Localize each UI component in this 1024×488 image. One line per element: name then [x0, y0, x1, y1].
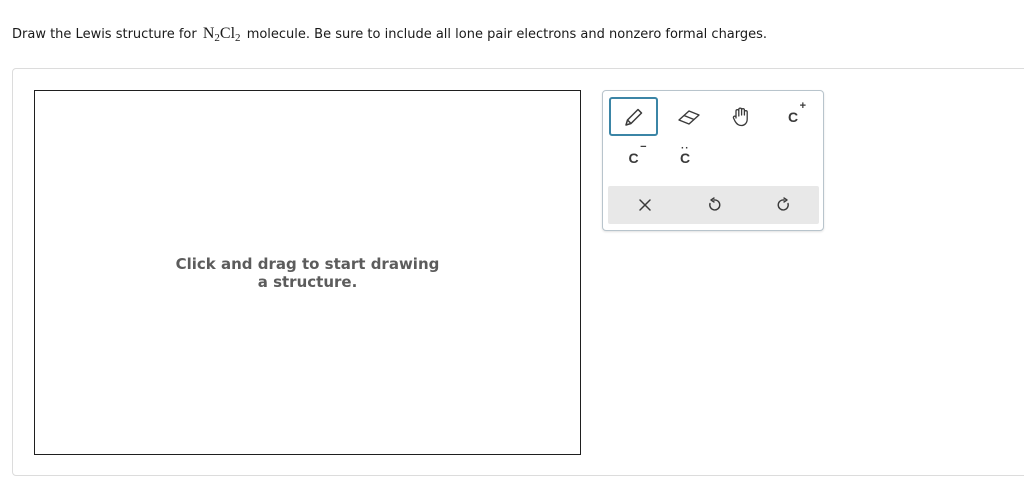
undo-button[interactable]: [691, 190, 737, 220]
atom-symbol: C: [787, 108, 799, 125]
hand-tool-button[interactable]: [717, 97, 765, 136]
charge-mark: +: [799, 99, 807, 112]
hand-icon: [732, 107, 748, 126]
clear-button[interactable]: [622, 190, 668, 220]
drawing-canvas[interactable]: Click and drag to start drawing a struct…: [34, 90, 581, 455]
question-suffix: molecule. Be sure to include all lone pa…: [246, 27, 768, 42]
question-text: Draw the Lewis structure for N2Cl2 molec…: [12, 24, 767, 45]
question-prefix: Draw the Lewis structure for: [12, 27, 197, 42]
negative-charge-button[interactable]: C −: [609, 141, 658, 175]
pencil-tool-button[interactable]: [609, 97, 658, 136]
pencil-icon: [624, 108, 642, 126]
close-icon: [639, 199, 651, 211]
atom-symbol: C: [628, 150, 639, 166]
redo-button[interactable]: [761, 190, 807, 220]
lone-pair-dots: ··: [680, 143, 690, 154]
eraser-icon: [678, 109, 700, 125]
charge-mark: −: [640, 141, 647, 153]
negative-charge-icon: C −: [628, 141, 646, 166]
positive-charge-icon: C +: [787, 100, 806, 125]
action-bar: [608, 186, 819, 224]
undo-icon: [709, 197, 721, 211]
eraser-tool-button[interactable]: [665, 97, 713, 136]
canvas-placeholder: Click and drag to start drawing a struct…: [175, 255, 440, 291]
lone-pair-button[interactable]: ·· C: [661, 141, 709, 175]
formula-element-n: N: [202, 25, 215, 42]
drawing-toolbar: C + C − ·· C: [602, 90, 824, 231]
formula-subscript-cl: 2: [235, 32, 241, 44]
formula-element-cl: Cl: [219, 25, 236, 42]
molecule-formula: N2Cl2: [202, 25, 241, 44]
redo-icon: [777, 197, 789, 211]
lone-pair-icon: ·· C: [680, 143, 690, 166]
positive-charge-button[interactable]: C +: [769, 97, 817, 136]
